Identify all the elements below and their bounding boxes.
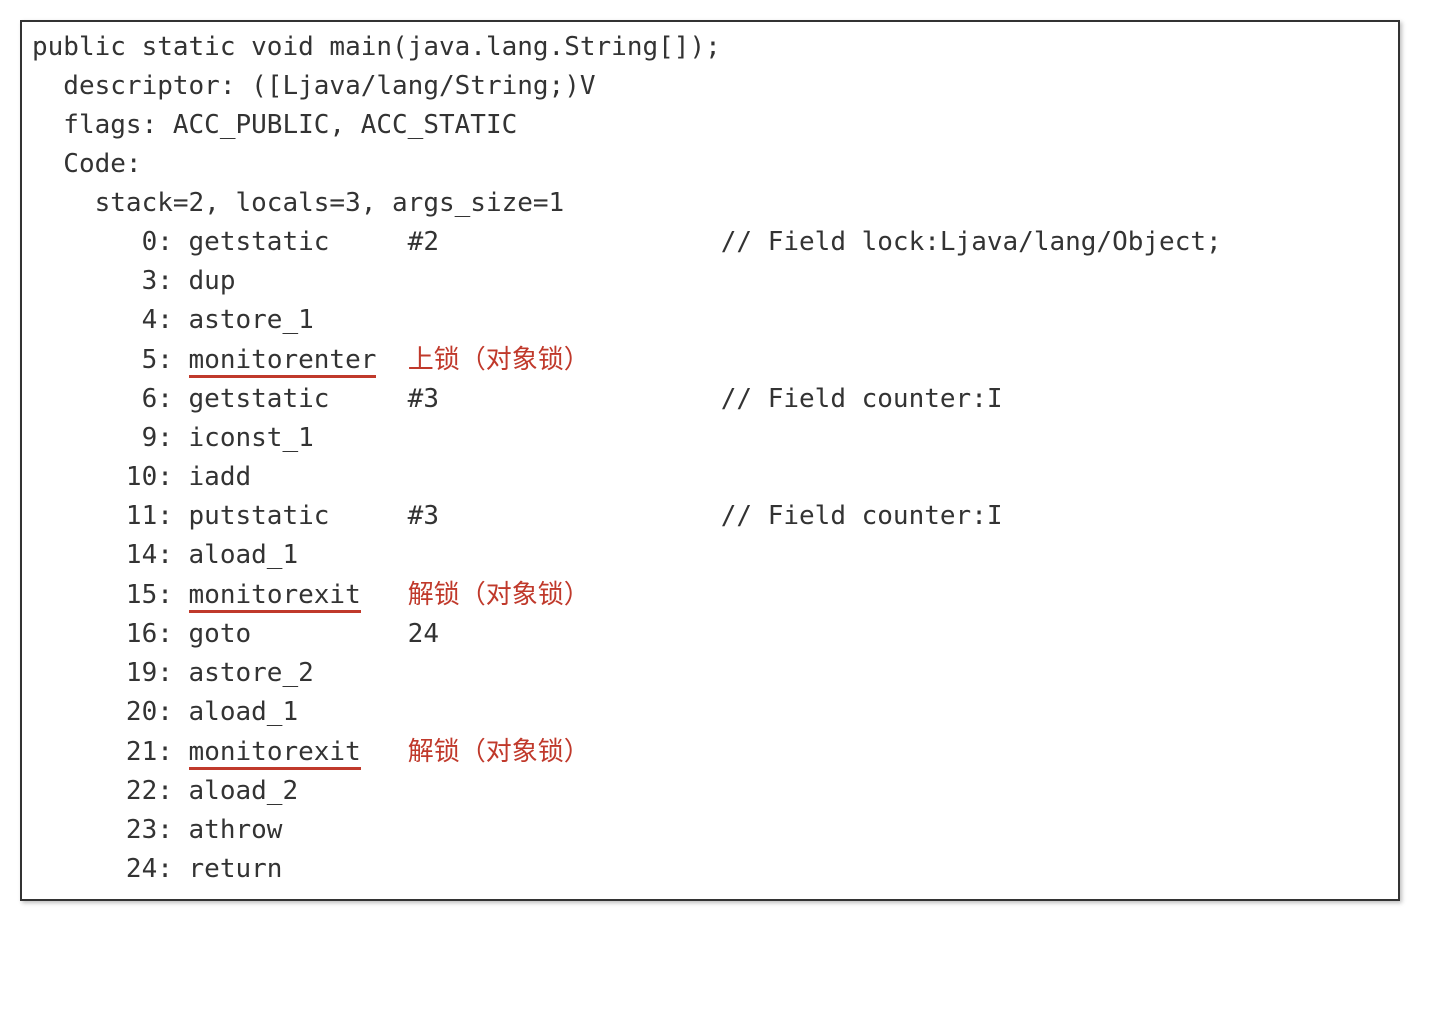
instr-5: 5: monitorenter 上锁（对象锁） xyxy=(32,340,1388,380)
instr-11: 11: putstatic #3 // Field counter:I xyxy=(32,497,1388,536)
instr-21-prefix: 21: xyxy=(32,737,189,767)
flags-line: flags: ACC_PUBLIC, ACC_STATIC xyxy=(32,106,1388,145)
instr-6: 6: getstatic #3 // Field counter:I xyxy=(32,380,1388,419)
instr-15-pad xyxy=(361,580,408,610)
instr-9: 9: iconst_1 xyxy=(32,419,1388,458)
instr-16: 16: goto 24 xyxy=(32,615,1388,654)
instr-10: 10: iadd xyxy=(32,458,1388,497)
instr-0: 0: getstatic #2 // Field lock:Ljava/lang… xyxy=(32,223,1388,262)
bytecode-block: public static void main(java.lang.String… xyxy=(20,20,1400,901)
instr-15: 15: monitorexit 解锁（对象锁） xyxy=(32,575,1388,615)
instr-22: 22: aload_2 xyxy=(32,772,1388,811)
annotation-lock-exit-2: 解锁（对象锁） xyxy=(408,736,590,766)
method-signature: public static void main(java.lang.String… xyxy=(32,28,1388,67)
annotation-lock-enter: 上锁（对象锁） xyxy=(408,344,590,374)
instr-3: 3: dup xyxy=(32,262,1388,301)
instr-4: 4: astore_1 xyxy=(32,301,1388,340)
instr-23: 23: athrow xyxy=(32,811,1388,850)
instr-5-pad xyxy=(376,345,407,375)
instr-19: 19: astore_2 xyxy=(32,654,1388,693)
monitorexit-op-2: monitorexit xyxy=(189,737,361,770)
stack-line: stack=2, locals=3, args_size=1 xyxy=(32,184,1388,223)
descriptor-line: descriptor: ([Ljava/lang/String;)V xyxy=(32,67,1388,106)
code-label: Code: xyxy=(32,145,1388,184)
instr-21: 21: monitorexit 解锁（对象锁） xyxy=(32,732,1388,772)
instr-20: 20: aload_1 xyxy=(32,693,1388,732)
instr-5-prefix: 5: xyxy=(32,345,189,375)
instr-24: 24: return xyxy=(32,850,1388,889)
monitorenter-op: monitorenter xyxy=(189,345,377,378)
instr-21-pad xyxy=(361,737,408,767)
instr-15-prefix: 15: xyxy=(32,580,189,610)
monitorexit-op-1: monitorexit xyxy=(189,580,361,613)
instr-14: 14: aload_1 xyxy=(32,536,1388,575)
annotation-lock-exit-1: 解锁（对象锁） xyxy=(408,579,590,609)
